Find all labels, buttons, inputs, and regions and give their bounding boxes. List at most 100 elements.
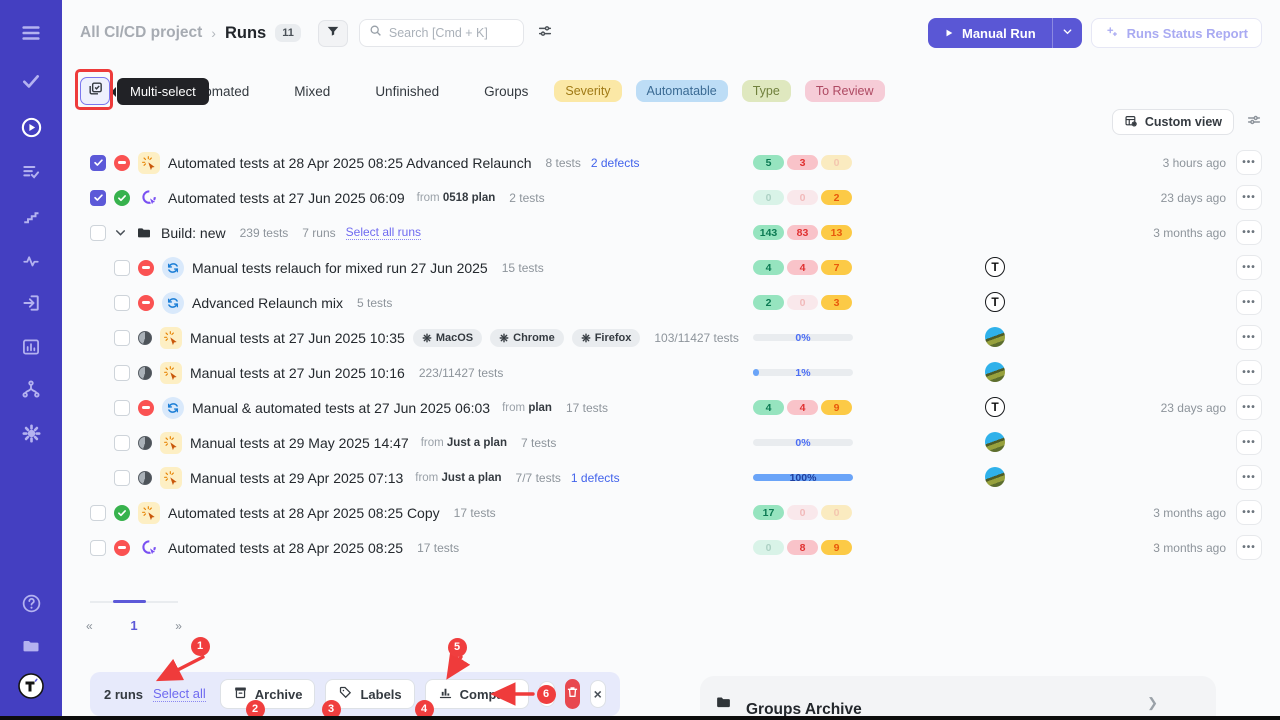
archive-label: Archive xyxy=(255,687,303,702)
row-actions-button[interactable]: ••• xyxy=(1236,255,1262,280)
run-row[interactable]: Manual tests at 29 Apr 2025 07:13from Ju… xyxy=(62,460,1280,495)
run-row[interactable]: Manual tests at 27 Jun 2025 10:16223/114… xyxy=(62,355,1280,390)
folders-icon xyxy=(20,636,42,656)
sidebar-item-list-check-icon[interactable] xyxy=(0,157,62,187)
run-defects-link[interactable]: 1 defects xyxy=(571,471,620,485)
compare-button[interactable]: Compare xyxy=(425,679,529,709)
pagination-prev[interactable]: « xyxy=(86,619,93,633)
run-updated-time: 23 days ago xyxy=(1161,390,1226,425)
sidebar-item-activity-icon[interactable] xyxy=(0,246,62,276)
row-actions-button[interactable]: ••• xyxy=(1236,185,1262,210)
run-defects-link[interactable]: 2 defects xyxy=(591,156,640,170)
row-actions-button[interactable]: ••• xyxy=(1236,150,1262,175)
run-row[interactable]: Automated tests at 28 Apr 2025 08:25 Cop… xyxy=(62,495,1280,530)
row-checkbox[interactable] xyxy=(114,400,130,416)
result-pills: 1438313 xyxy=(753,225,853,240)
search-input[interactable] xyxy=(389,26,509,40)
run-row[interactable]: Automated tests at 28 Apr 2025 08:25 Adv… xyxy=(62,145,1280,180)
columns-settings-icon[interactable] xyxy=(1246,112,1262,133)
row-actions-button[interactable]: ••• xyxy=(1236,290,1262,315)
tab-mixed[interactable]: Mixed xyxy=(294,84,330,99)
run-title[interactable]: Manual tests at 29 May 2025 14:47 xyxy=(190,435,409,451)
row-actions-button[interactable]: ••• xyxy=(1236,430,1262,455)
run-title[interactable]: Manual tests at 27 Jun 2025 10:16 xyxy=(190,365,405,381)
select-all-link[interactable]: Select all xyxy=(153,686,206,702)
manual-run-dropdown[interactable] xyxy=(1053,18,1082,48)
chevron-down-icon[interactable] xyxy=(114,226,127,239)
sidebar-item-steps-icon[interactable] xyxy=(0,202,62,232)
run-row[interactable]: Manual tests relauch for mixed run 27 Ju… xyxy=(62,250,1280,285)
run-title[interactable]: Manual tests at 27 Jun 2025 10:35 xyxy=(190,330,405,346)
archive-button[interactable]: Archive xyxy=(220,679,316,709)
run-row[interactable]: Advanced Relaunch mix5 tests203T••• xyxy=(62,285,1280,320)
row-checkbox[interactable] xyxy=(90,540,106,556)
search-box[interactable] xyxy=(359,19,524,47)
row-actions-button[interactable]: ••• xyxy=(1236,535,1262,560)
row-actions-button[interactable]: ••• xyxy=(1236,465,1262,490)
sidebar-item-check-icon[interactable] xyxy=(0,66,62,96)
tab-groups[interactable]: Groups xyxy=(484,84,528,99)
pagination-page-1[interactable]: 1 xyxy=(130,618,137,633)
run-row[interactable]: Manual tests at 29 May 2025 14:47from Ju… xyxy=(62,425,1280,460)
status-passed-icon xyxy=(114,190,130,206)
sidebar-item-gear-icon[interactable] xyxy=(0,418,62,448)
sidebar-item-folders-icon[interactable] xyxy=(0,631,62,661)
manual-run-type-icon xyxy=(138,152,160,174)
row-checkbox[interactable] xyxy=(90,155,106,171)
sidebar-item-menu-icon[interactable] xyxy=(0,18,62,48)
custom-view-button[interactable]: Custom view xyxy=(1112,109,1234,135)
row-checkbox[interactable] xyxy=(114,330,130,346)
row-actions-button[interactable]: ••• xyxy=(1236,220,1262,245)
filter-chip-type[interactable]: Type xyxy=(742,80,791,102)
row-checkbox[interactable] xyxy=(90,225,106,241)
run-row[interactable]: Manual & automated tests at 27 Jun 2025 … xyxy=(62,390,1280,425)
run-title[interactable]: Manual tests relauch for mixed run 27 Ju… xyxy=(192,260,488,276)
row-checkbox[interactable] xyxy=(114,260,130,276)
groups-archive-panel[interactable]: Groups Archive ❯ xyxy=(700,676,1216,720)
delete-button[interactable] xyxy=(565,679,580,709)
select-all-runs-link[interactable]: Select all runs xyxy=(346,225,421,240)
run-row[interactable]: Automated tests at 28 Apr 2025 08:2517 t… xyxy=(62,530,1280,565)
sidebar-item-branch-icon[interactable] xyxy=(0,374,62,404)
row-checkbox[interactable] xyxy=(114,365,130,381)
page-title: Runs xyxy=(225,24,266,43)
row-checkbox[interactable] xyxy=(90,505,106,521)
filter-chip-severity[interactable]: Severity xyxy=(554,80,621,102)
search-settings-icon[interactable] xyxy=(537,23,553,44)
sidebar-item-play-circle-icon[interactable] xyxy=(0,112,62,142)
close-selection-button[interactable]: × xyxy=(590,680,606,708)
pill-yellow: 13 xyxy=(821,225,852,240)
sidebar-item-help-icon[interactable] xyxy=(0,588,62,618)
run-row[interactable]: Build: new239 tests7 runsSelect all runs… xyxy=(62,215,1280,250)
run-row[interactable]: Manual tests at 27 Jun 2025 10:35MacOSCh… xyxy=(62,320,1280,355)
filter-button[interactable] xyxy=(318,20,348,47)
tab-unfinished[interactable]: Unfinished xyxy=(375,84,439,99)
sidebar-item-bar-chart-icon[interactable] xyxy=(0,332,62,362)
row-checkbox[interactable] xyxy=(90,190,106,206)
run-title[interactable]: Advanced Relaunch mix xyxy=(192,295,343,311)
row-actions-button[interactable]: ••• xyxy=(1236,360,1262,385)
run-title[interactable]: Manual & automated tests at 27 Jun 2025 … xyxy=(192,400,490,416)
filter-chip-automatable[interactable]: Automatable xyxy=(636,80,728,102)
run-title[interactable]: Automated tests at 28 Apr 2025 08:25 Adv… xyxy=(168,155,531,171)
row-actions-button[interactable]: ••• xyxy=(1236,395,1262,420)
row-checkbox[interactable] xyxy=(114,470,130,486)
progress-cell: 0% xyxy=(753,330,853,345)
manual-run-button[interactable]: Manual Run xyxy=(928,18,1052,48)
sidebar-item-t-logo-avatar[interactable] xyxy=(0,671,62,701)
run-row[interactable]: Automated tests at 27 Jun 2025 06:09from… xyxy=(62,180,1280,215)
run-title[interactable]: Automated tests at 28 Apr 2025 08:25 Cop… xyxy=(168,505,440,521)
sidebar-item-sign-in-icon[interactable] xyxy=(0,288,62,318)
runs-status-report-button[interactable]: Runs Status Report xyxy=(1091,18,1262,48)
filter-chip-to-review[interactable]: To Review xyxy=(805,80,885,102)
pagination-next[interactable]: » xyxy=(175,619,182,633)
row-actions-button[interactable]: ••• xyxy=(1236,500,1262,525)
run-title[interactable]: Automated tests at 27 Jun 2025 06:09 xyxy=(168,190,405,206)
row-checkbox[interactable] xyxy=(114,435,130,451)
run-title[interactable]: Manual tests at 29 Apr 2025 07:13 xyxy=(190,470,403,486)
breadcrumb-project[interactable]: All CI/CD project xyxy=(80,24,202,42)
row-checkbox[interactable] xyxy=(114,295,130,311)
row-actions-button[interactable]: ••• xyxy=(1236,325,1262,350)
run-title[interactable]: Automated tests at 28 Apr 2025 08:25 xyxy=(168,540,403,556)
run-title[interactable]: Build: new xyxy=(161,225,226,241)
